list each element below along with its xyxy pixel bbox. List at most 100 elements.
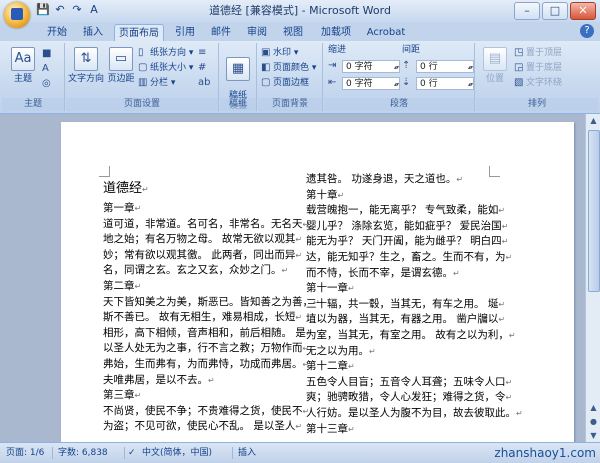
page-count[interactable]: 页面: 1/6 (6, 443, 44, 463)
text-line[interactable]: 为室，当其无，有室之用。 故有之以为利，↵ (306, 328, 523, 344)
page-border-button[interactable]: ▢ 页面边框 (261, 76, 309, 90)
text-line[interactable]: 第三章↵ (103, 388, 320, 404)
text-line[interactable]: 第一章↵ (103, 201, 320, 217)
tab-references[interactable]: 引用 (172, 24, 198, 41)
divider (232, 447, 233, 459)
columns-button[interactable]: ▥ 分栏 ▾ (138, 76, 175, 90)
text-line[interactable]: 无之以为用。↵ (306, 344, 523, 360)
paragraph-mark-icon: ↵ (498, 315, 506, 325)
scroll-up-icon[interactable]: ▲ (586, 114, 600, 127)
text-line[interactable]: 地之始；有名万物之母。 故常无欲以观其↵ (103, 232, 320, 248)
text-line[interactable]: 天下皆知美之为美，斯恶已。皆知善之为善，↵ (103, 295, 320, 311)
text-line[interactable]: 而不恃，长而不宰，是谓玄德。↵ (306, 266, 523, 282)
text-line[interactable]: 妙；常有欲以观其徼。 此两者，同出而异↵ (103, 248, 320, 264)
bring-front-button[interactable]: ◳ 置于顶层 (514, 46, 562, 60)
group-label: 主题 (2, 98, 64, 111)
text-line[interactable]: 第十三章↵ (306, 422, 523, 438)
text-line[interactable]: 三十辐，共一毂，当其无，有车之用。 埏↵ (306, 297, 523, 313)
position-button[interactable]: ▤ 位置 (480, 47, 510, 84)
bring-front-icon: ◳ (514, 47, 524, 58)
group-label: 段落 (324, 98, 474, 111)
indent-right-input[interactable]: 0 字符 (342, 77, 400, 91)
text-wrap-button[interactable]: ▧ 文字环绕 (514, 76, 562, 90)
text-line[interactable]: 能无为乎？ 天门开阖，能为雌乎？ 明白四↵ (306, 234, 523, 250)
paper-size-icon: ▢ (138, 62, 148, 73)
text-line[interactable]: 第二章↵ (103, 279, 320, 295)
close-button[interactable]: ✕ (570, 2, 596, 20)
text-line[interactable]: 埴以为器，当其无，有器之用。 凿户牖以↵ (306, 312, 523, 328)
title-bar: 💾 ↶ ↷ A 道德经 [兼容模式] - Microsoft Word – □ … (0, 0, 600, 23)
spacing-before-input[interactable]: 0 行 (416, 60, 474, 74)
text-line[interactable]: 不尚贤，使民不争；不贵难得之货，使民不↵ (103, 404, 320, 420)
text-line[interactable]: 载营魄抱一，能无离乎？ 专气致柔，能如↵ (306, 203, 523, 219)
tab-addins[interactable]: 加载项 (318, 24, 354, 41)
watermark-button[interactable]: ▣ 水印 ▾ (261, 46, 298, 60)
text-direction-button[interactable]: ⇅ 文字方向 (68, 47, 104, 84)
indent-left-input[interactable]: 0 字符 (342, 60, 400, 74)
text-line[interactable]: 以圣人处无为之事，行不言之教；万物作而↵ (103, 341, 320, 357)
text-column-left[interactable]: 道德经↵ 第一章↵ 道可道，非常道。名可名，非常名。无名天↵ 地之始；有名万物之母。 … (103, 178, 320, 435)
text-line[interactable]: 第十二章↵ (306, 359, 523, 375)
vertical-scrollbar[interactable]: ▲ ▲ ● ▼ (585, 114, 600, 442)
tab-mailings[interactable]: 邮件 (208, 24, 234, 41)
scroll-thumb[interactable] (588, 130, 600, 292)
language-status[interactable]: 中文(简体，中国) (142, 443, 212, 463)
spellcheck-icon[interactable]: ✓ (128, 443, 136, 463)
theme-fonts-button[interactable]: A (42, 62, 54, 76)
breaks-button[interactable]: ≡ (198, 46, 210, 60)
text-line[interactable]: 为盗；不见可欲，使民心不乱。 是以圣人↵ (103, 419, 320, 435)
text-line[interactable]: 夫唯弗居，是以不去。↵ (103, 373, 320, 389)
help-icon[interactable]: ? (580, 24, 594, 38)
text-line[interactable]: 第十一章↵ (306, 281, 523, 297)
text-line[interactable]: 五色令人目盲；五音令人耳聋；五味令人口↵ (306, 375, 523, 391)
tab-acrobat[interactable]: Acrobat (364, 24, 408, 41)
minimize-button[interactable]: – (514, 2, 540, 20)
theme-colors-button[interactable]: ■ (42, 47, 54, 61)
paragraph-mark-icon: ↵ (516, 408, 523, 418)
insert-mode[interactable]: 插入 (238, 443, 256, 463)
text-line[interactable]: 爽；驰骋畋猎，令人心发狂；难得之货，令↵ (306, 390, 523, 406)
size-button[interactable]: ▢ 纸张大小 ▾ (138, 61, 193, 75)
tab-review[interactable]: 审阅 (244, 24, 270, 41)
manuscript-icon: ▦ (226, 57, 250, 81)
paragraph-mark-icon: ↵ (498, 299, 506, 309)
document-page[interactable]: 道德经↵ 第一章↵ 道可道，非常道。名可名，非常名。无名天↵ 地之始；有名万物之母。 … (61, 122, 574, 442)
select-browse-icon[interactable]: ● (586, 415, 600, 428)
tab-page-layout[interactable]: 页面布局 (114, 24, 164, 42)
tab-insert[interactable]: 插入 (80, 24, 106, 41)
paragraph-mark-icon: ↵ (134, 204, 142, 213)
margins-button[interactable]: ▭ 页边距 (106, 47, 136, 84)
text-line[interactable]: 斯不善已。 故有无相生，难易相成，长短↵ (103, 310, 320, 326)
themes-button[interactable]: Aa 主题 (10, 47, 36, 84)
spacing-after-input[interactable]: 0 行 (416, 77, 474, 91)
theme-effects-button[interactable]: ◎ (42, 77, 54, 91)
office-button[interactable] (4, 2, 30, 28)
arrange-group: ▤ 位置 ◳ 置于顶层 ◲ 置于底层 ▧ 文字环绕 排列 (476, 43, 598, 111)
page-up-icon[interactable]: ▲ (586, 401, 600, 414)
text-line[interactable]: 弗始，生而弗有，为而弗恃，功成而弗居。↵ (103, 357, 320, 373)
spacing-before-icon: ⇡ (402, 60, 411, 71)
word-count[interactable]: 字数: 6,838 (58, 443, 108, 463)
page-color-button[interactable]: ◧ 页面颜色 ▾ (261, 61, 316, 75)
text-line[interactable]: 道可道，非常道。名可名，非常名。无名天↵ (103, 217, 320, 233)
indent-right-icon: ⇤ (328, 77, 337, 88)
text-line[interactable]: 人行妨。是以圣人为腹不为目，故去彼取此。↵ (306, 406, 523, 422)
paragraph-mark-icon: ↵ (295, 235, 303, 245)
document-title[interactable]: 道德经↵ (103, 178, 320, 201)
text-line[interactable]: 遗其咎。 功遂身退，天之道也。↵ (306, 172, 523, 188)
paragraph-mark-icon: ↵ (498, 206, 506, 216)
orientation-button[interactable]: ▯ 纸张方向 ▾ (138, 46, 193, 60)
hyphenation-button[interactable]: ab (198, 76, 210, 90)
maximize-button[interactable]: □ (542, 2, 568, 20)
page-down-icon[interactable]: ▼ (586, 429, 600, 442)
text-line[interactable]: 第十章↵ (306, 188, 523, 204)
text-column-right[interactable]: 遗其咎。 功遂身退，天之道也。↵ 第十章↵ 载营魄抱一，能无离乎？ 专气致柔，能如↵… (306, 172, 523, 437)
tab-home[interactable]: 开始 (44, 24, 70, 41)
line-numbers-button[interactable]: # (198, 61, 210, 75)
text-line[interactable]: 婴儿乎？ 涤除玄览，能如疵乎？ 爱民治国↵ (306, 219, 523, 235)
text-line[interactable]: 相形，高下相倾，音声相和，前后相随。 是↵ (103, 326, 320, 342)
text-line[interactable]: 达，能无知乎？生之，畜之。生而不有，为↵ (306, 250, 523, 266)
tab-view[interactable]: 视图 (280, 24, 306, 41)
send-back-button[interactable]: ◲ 置于底层 (514, 61, 562, 75)
text-line[interactable]: 名，同谓之玄。玄之又玄，众妙之门。↵ (103, 263, 320, 279)
